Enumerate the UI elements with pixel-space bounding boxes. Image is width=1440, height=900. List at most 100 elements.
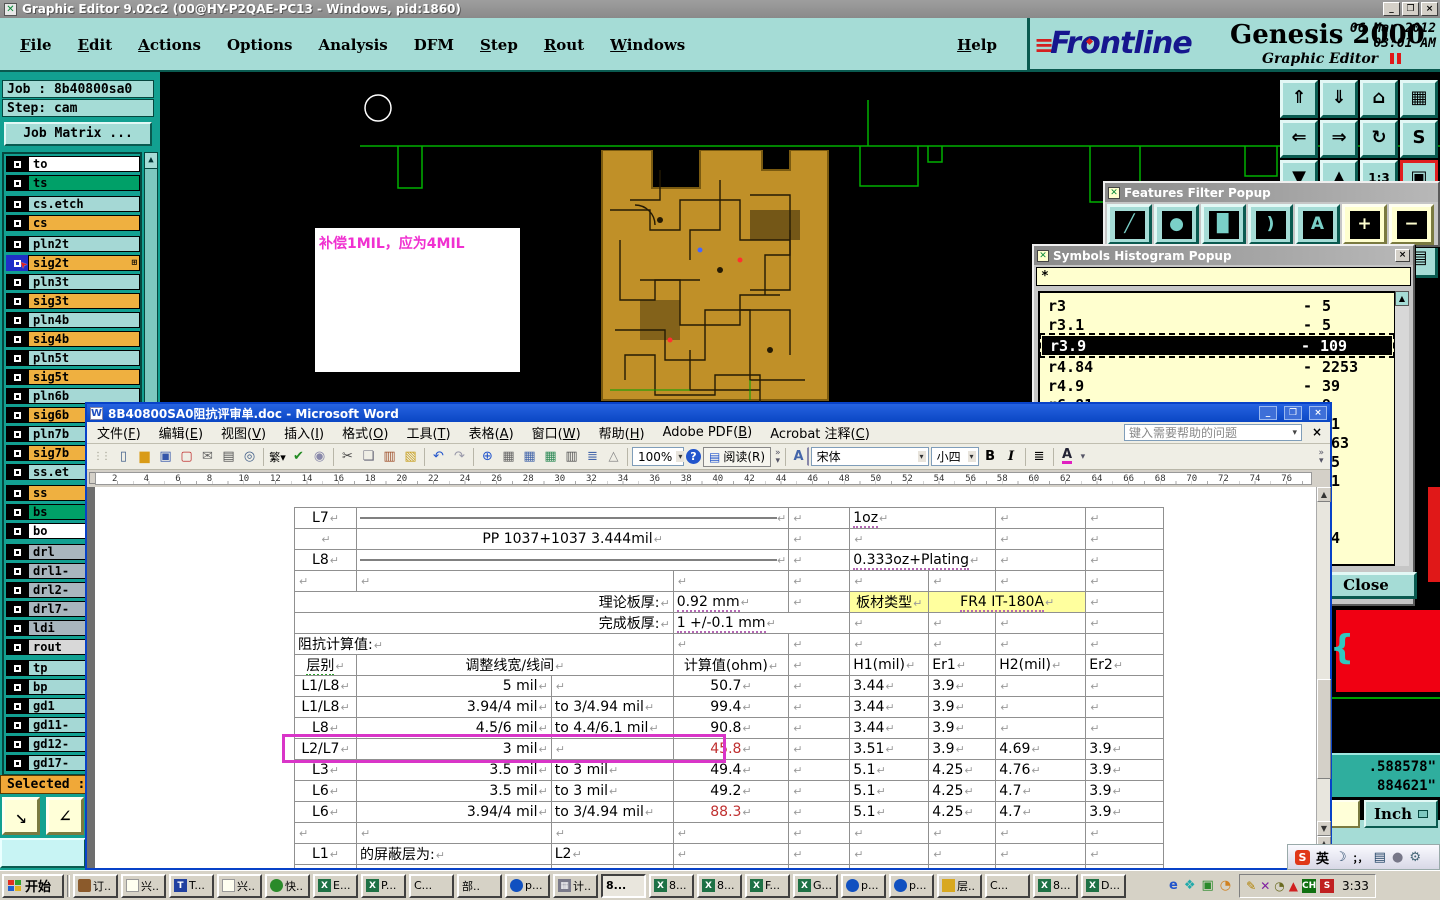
layer-name[interactable]: sig5t: [28, 369, 140, 385]
genesis-menu-help[interactable]: Help: [957, 36, 997, 54]
ie-icon[interactable]: e: [1169, 878, 1178, 893]
layer-row[interactable]: sig4b: [6, 331, 140, 347]
sort-icon[interactable]: ≣: [583, 447, 602, 466]
layer-checkbox[interactable]: [6, 755, 28, 771]
user-icon[interactable]: ●: [1392, 850, 1403, 865]
genesis-menu-windows[interactable]: Windows: [610, 36, 685, 54]
layer-row[interactable]: pln3t: [6, 274, 140, 290]
layer-expand-icon[interactable]: ⊞: [132, 258, 137, 268]
word-minimize-button[interactable]: _: [1259, 406, 1277, 420]
layer-row[interactable]: to: [6, 156, 140, 172]
taskbar-button[interactable]: p...: [505, 873, 550, 898]
undo-icon[interactable]: ↶: [429, 447, 448, 466]
word-menu-item[interactable]: 帮助(H): [599, 423, 645, 442]
genesis-menu-rout[interactable]: Rout: [544, 36, 584, 54]
layer-checkbox[interactable]: [6, 523, 28, 539]
help-question-box[interactable]: 键入需要帮助的问题 ▾: [1124, 424, 1302, 441]
word-document-area[interactable]: L7↵ ――――――――――――――――――――――――――――――――↵ ↵ 1oz…: [87, 487, 1316, 868]
layer-checkbox[interactable]: [6, 717, 28, 733]
redo-icon[interactable]: ↷: [450, 447, 469, 466]
taskbar-button[interactable]: W8...: [601, 873, 646, 898]
layer-checkbox[interactable]: [6, 485, 28, 501]
layer-checkbox[interactable]: [6, 196, 28, 212]
features-filter-titlebar[interactable]: ✕ Features Filter Popup: [1105, 183, 1438, 202]
home-icon[interactable]: ⌂: [1360, 80, 1398, 118]
lang-indicator[interactable]: 英: [1316, 848, 1329, 867]
tables-borders-icon[interactable]: ▦: [499, 447, 518, 466]
insert-table-icon[interactable]: ▦: [520, 447, 539, 466]
filter-minus-button[interactable]: −: [1389, 204, 1434, 245]
taskbar-button[interactable]: X 8...: [697, 873, 742, 898]
font-name-combo[interactable]: 宋体 ▾: [810, 447, 929, 466]
timer-icon[interactable]: ◔: [1220, 878, 1231, 893]
ime-moon-icon[interactable]: ☽: [1335, 850, 1347, 865]
taskbar-button[interactable]: ▦ 计..: [553, 873, 598, 898]
scroll-down-icon[interactable]: ▼: [1317, 821, 1331, 836]
layer-checkbox[interactable]: [6, 620, 28, 636]
taskbar-button[interactable]: W部..: [457, 873, 502, 898]
format-painter-icon[interactable]: ▧: [401, 447, 420, 466]
justify-button[interactable]: ≣: [1030, 447, 1049, 466]
genesis-menu-file[interactable]: File: [20, 36, 52, 54]
settings-icon[interactable]: ⚙: [1409, 850, 1421, 865]
word-vertical-scrollbar[interactable]: ▲ ▼ ▲ ▼: [1316, 487, 1331, 868]
layer-name[interactable]: pln5t: [28, 350, 140, 366]
open-icon[interactable]: ▆: [135, 447, 154, 466]
print-preview-icon[interactable]: ◎: [240, 447, 259, 466]
taskbar-button[interactable]: X 8...: [1033, 873, 1078, 898]
font-color-button[interactable]: A: [1058, 447, 1077, 466]
scroll-up-icon[interactable]: ▲: [145, 153, 157, 169]
taskbar-button[interactable]: X G...: [793, 873, 838, 898]
layer-checkbox[interactable]: [6, 156, 28, 172]
layer-checkbox[interactable]: [6, 388, 28, 404]
genesis-menu-dfm[interactable]: DFM: [414, 36, 454, 54]
scroll-thumb[interactable]: [1317, 679, 1331, 779]
zoom-combo[interactable]: 100% ▾: [632, 447, 685, 466]
clock-icon[interactable]: ◔: [1274, 879, 1284, 893]
layer-name[interactable]: ts: [28, 175, 140, 191]
taskbar-button[interactable]: X E...: [313, 873, 358, 898]
genesis-close-button[interactable]: ×: [1421, 2, 1438, 16]
new-doc-icon[interactable]: ▯: [114, 447, 133, 466]
layer-checkbox[interactable]: [6, 736, 28, 752]
histogram-titlebar[interactable]: ✕ Symbols Histogram Popup ×: [1034, 246, 1413, 265]
paste-down-icon[interactable]: ⇓: [1320, 80, 1358, 118]
word-menu-item[interactable]: 格式(O): [342, 423, 388, 442]
layer-name[interactable]: pln3t: [28, 274, 140, 290]
units-button[interactable]: Inch: [1364, 800, 1438, 828]
taskbar-button[interactable]: p...: [889, 873, 934, 898]
layer-row[interactable]: cs: [6, 215, 140, 231]
keyboard-icon[interactable]: ▤: [1374, 850, 1386, 865]
layer-checkbox[interactable]: [6, 445, 28, 461]
layer-checkbox[interactable]: [6, 698, 28, 714]
filter-surface-button[interactable]: ▉: [1201, 204, 1246, 245]
histogram-row[interactable]: r3.1-5: [1040, 315, 1394, 334]
histogram-close-icon[interactable]: ×: [1395, 249, 1410, 262]
measure-distance-button[interactable]: ↘: [2, 797, 40, 835]
rotate-icon[interactable]: ↻: [1360, 120, 1398, 158]
media-icon[interactable]: ▣: [1201, 878, 1213, 893]
scroll-up-icon[interactable]: ▲: [1395, 291, 1409, 306]
taskbar-button[interactable]: 订..: [73, 873, 118, 898]
genesis-menu-analysis[interactable]: Analysis: [318, 36, 387, 54]
taskbar-button[interactable]: X 8...: [649, 873, 694, 898]
word-menu-item[interactable]: 工具(T): [406, 423, 450, 442]
menubar-close-icon[interactable]: ×: [1312, 425, 1322, 439]
word-menu-item[interactable]: 编辑(E): [159, 423, 203, 442]
taskbar-button[interactable]: X P...: [361, 873, 406, 898]
filter-pad-button[interactable]: ●: [1154, 204, 1199, 245]
font-color-dropdown-icon[interactable]: ▾: [1081, 452, 1086, 461]
layer-row[interactable]: sig3t: [6, 293, 140, 309]
layer-name[interactable]: pln4b: [28, 312, 140, 328]
word-menu-item[interactable]: Acrobat 注释(C): [770, 423, 870, 442]
paste-icon[interactable]: ▥: [380, 447, 399, 466]
genesis-menu-step[interactable]: Step: [480, 36, 518, 54]
layer-checkbox[interactable]: [6, 407, 28, 423]
layer-checkbox[interactable]: [6, 426, 28, 442]
measure-angle-button[interactable]: ∠: [46, 797, 84, 835]
word-menu-item[interactable]: 窗口(W): [532, 423, 581, 442]
msn-icon[interactable]: ❖: [1184, 878, 1196, 893]
layer-checkbox[interactable]: [6, 544, 28, 560]
word-menu-item[interactable]: 插入(I): [284, 423, 324, 442]
histogram-row[interactable]: r3.9-109: [1040, 333, 1394, 358]
